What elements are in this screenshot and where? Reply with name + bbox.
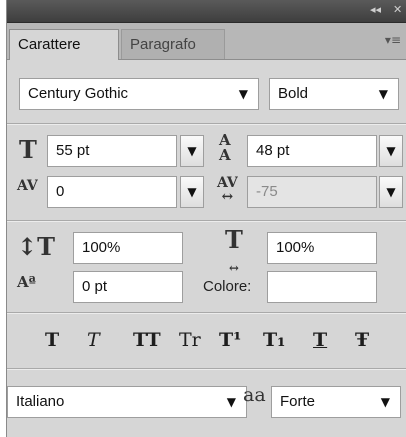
small-caps-button[interactable]: Tr xyxy=(179,325,201,355)
kerning-value: 0 xyxy=(56,183,65,200)
chevron-down-icon: ▼ xyxy=(238,87,248,101)
chevron-down-icon: ▼ xyxy=(378,87,388,101)
font-style-value: Bold xyxy=(278,85,309,102)
language-value: Italiano xyxy=(16,393,65,410)
divider xyxy=(7,312,406,313)
leading-dropdown[interactable]: ▼ xyxy=(379,135,403,167)
kerning-input[interactable]: 0 xyxy=(47,176,177,208)
font-family-select[interactable]: Century Gothic ▼ xyxy=(19,78,259,110)
collapse-icon[interactable]: ◂◂ xyxy=(370,3,381,16)
horizontal-scale-icon: T ↔ xyxy=(225,225,243,276)
antialias-value: Forte xyxy=(280,393,316,410)
close-icon[interactable]: ✕ xyxy=(393,3,402,16)
strikethrough-button[interactable]: Ŧ xyxy=(355,325,369,355)
font-size-input[interactable]: 55 pt xyxy=(47,135,177,167)
all-caps-button[interactable]: TT xyxy=(133,325,161,355)
superscript-button[interactable]: T¹ xyxy=(219,325,241,355)
divider xyxy=(7,368,406,369)
antialias-select[interactable]: Forte ▼ xyxy=(271,386,401,418)
leading-icon: AA xyxy=(219,131,231,164)
tracking-icon: AV ↔ xyxy=(217,175,238,205)
kerning-dropdown[interactable]: ▼ xyxy=(180,176,204,208)
font-size-value: 55 pt xyxy=(56,142,90,159)
chevron-down-icon: ▼ xyxy=(380,395,390,409)
antialias-icon: aa xyxy=(243,384,266,406)
vertical-scale-input[interactable]: 100% xyxy=(73,232,183,264)
divider xyxy=(7,220,406,221)
panel-titlebar: ◂◂ ✕ xyxy=(7,0,406,23)
tab-bar: Carattere Paragrafo ▾≡ xyxy=(7,23,406,60)
color-label: Colore: xyxy=(203,278,252,295)
font-size-icon: T xyxy=(19,135,37,164)
kerning-icon: AV xyxy=(17,178,38,194)
vertical-scale-value: 100% xyxy=(82,239,121,256)
font-style-select[interactable]: Bold ▼ xyxy=(269,78,399,110)
character-panel: ◂◂ ✕ Carattere Paragrafo ▾≡ Century Goth… xyxy=(6,0,406,437)
font-size-dropdown[interactable]: ▼ xyxy=(180,135,204,167)
baseline-shift-value: 0 pt xyxy=(82,278,108,295)
chevron-down-icon: ▼ xyxy=(226,395,236,409)
subscript-button[interactable]: T₁ xyxy=(263,325,285,355)
baseline-shift-icon: Aª xyxy=(17,273,36,291)
faux-italic-button[interactable]: T xyxy=(87,325,100,355)
tab-carattere[interactable]: Carattere xyxy=(9,29,119,60)
horizontal-scale-input[interactable]: 100% xyxy=(267,232,377,264)
tracking-value: -75 xyxy=(256,183,278,200)
underline-button[interactable]: T xyxy=(313,325,327,355)
horizontal-scale-value: 100% xyxy=(276,239,315,256)
divider xyxy=(7,123,406,124)
tab-paragrafo[interactable]: Paragrafo xyxy=(121,29,225,59)
panel-menu-icon[interactable]: ▾≡ xyxy=(385,33,401,47)
tracking-dropdown[interactable]: ▼ xyxy=(379,176,403,208)
font-family-value: Century Gothic xyxy=(28,85,129,102)
baseline-shift-input[interactable]: 0 pt xyxy=(73,271,183,303)
tracking-input[interactable]: -75 xyxy=(247,176,377,208)
leading-input[interactable]: 48 pt xyxy=(247,135,377,167)
color-swatch[interactable] xyxy=(267,271,377,303)
faux-bold-button[interactable]: T xyxy=(45,325,59,355)
leading-value: 48 pt xyxy=(256,142,290,159)
language-select[interactable]: Italiano ▼ xyxy=(7,386,247,418)
vertical-scale-icon: ↕T xyxy=(17,232,55,261)
